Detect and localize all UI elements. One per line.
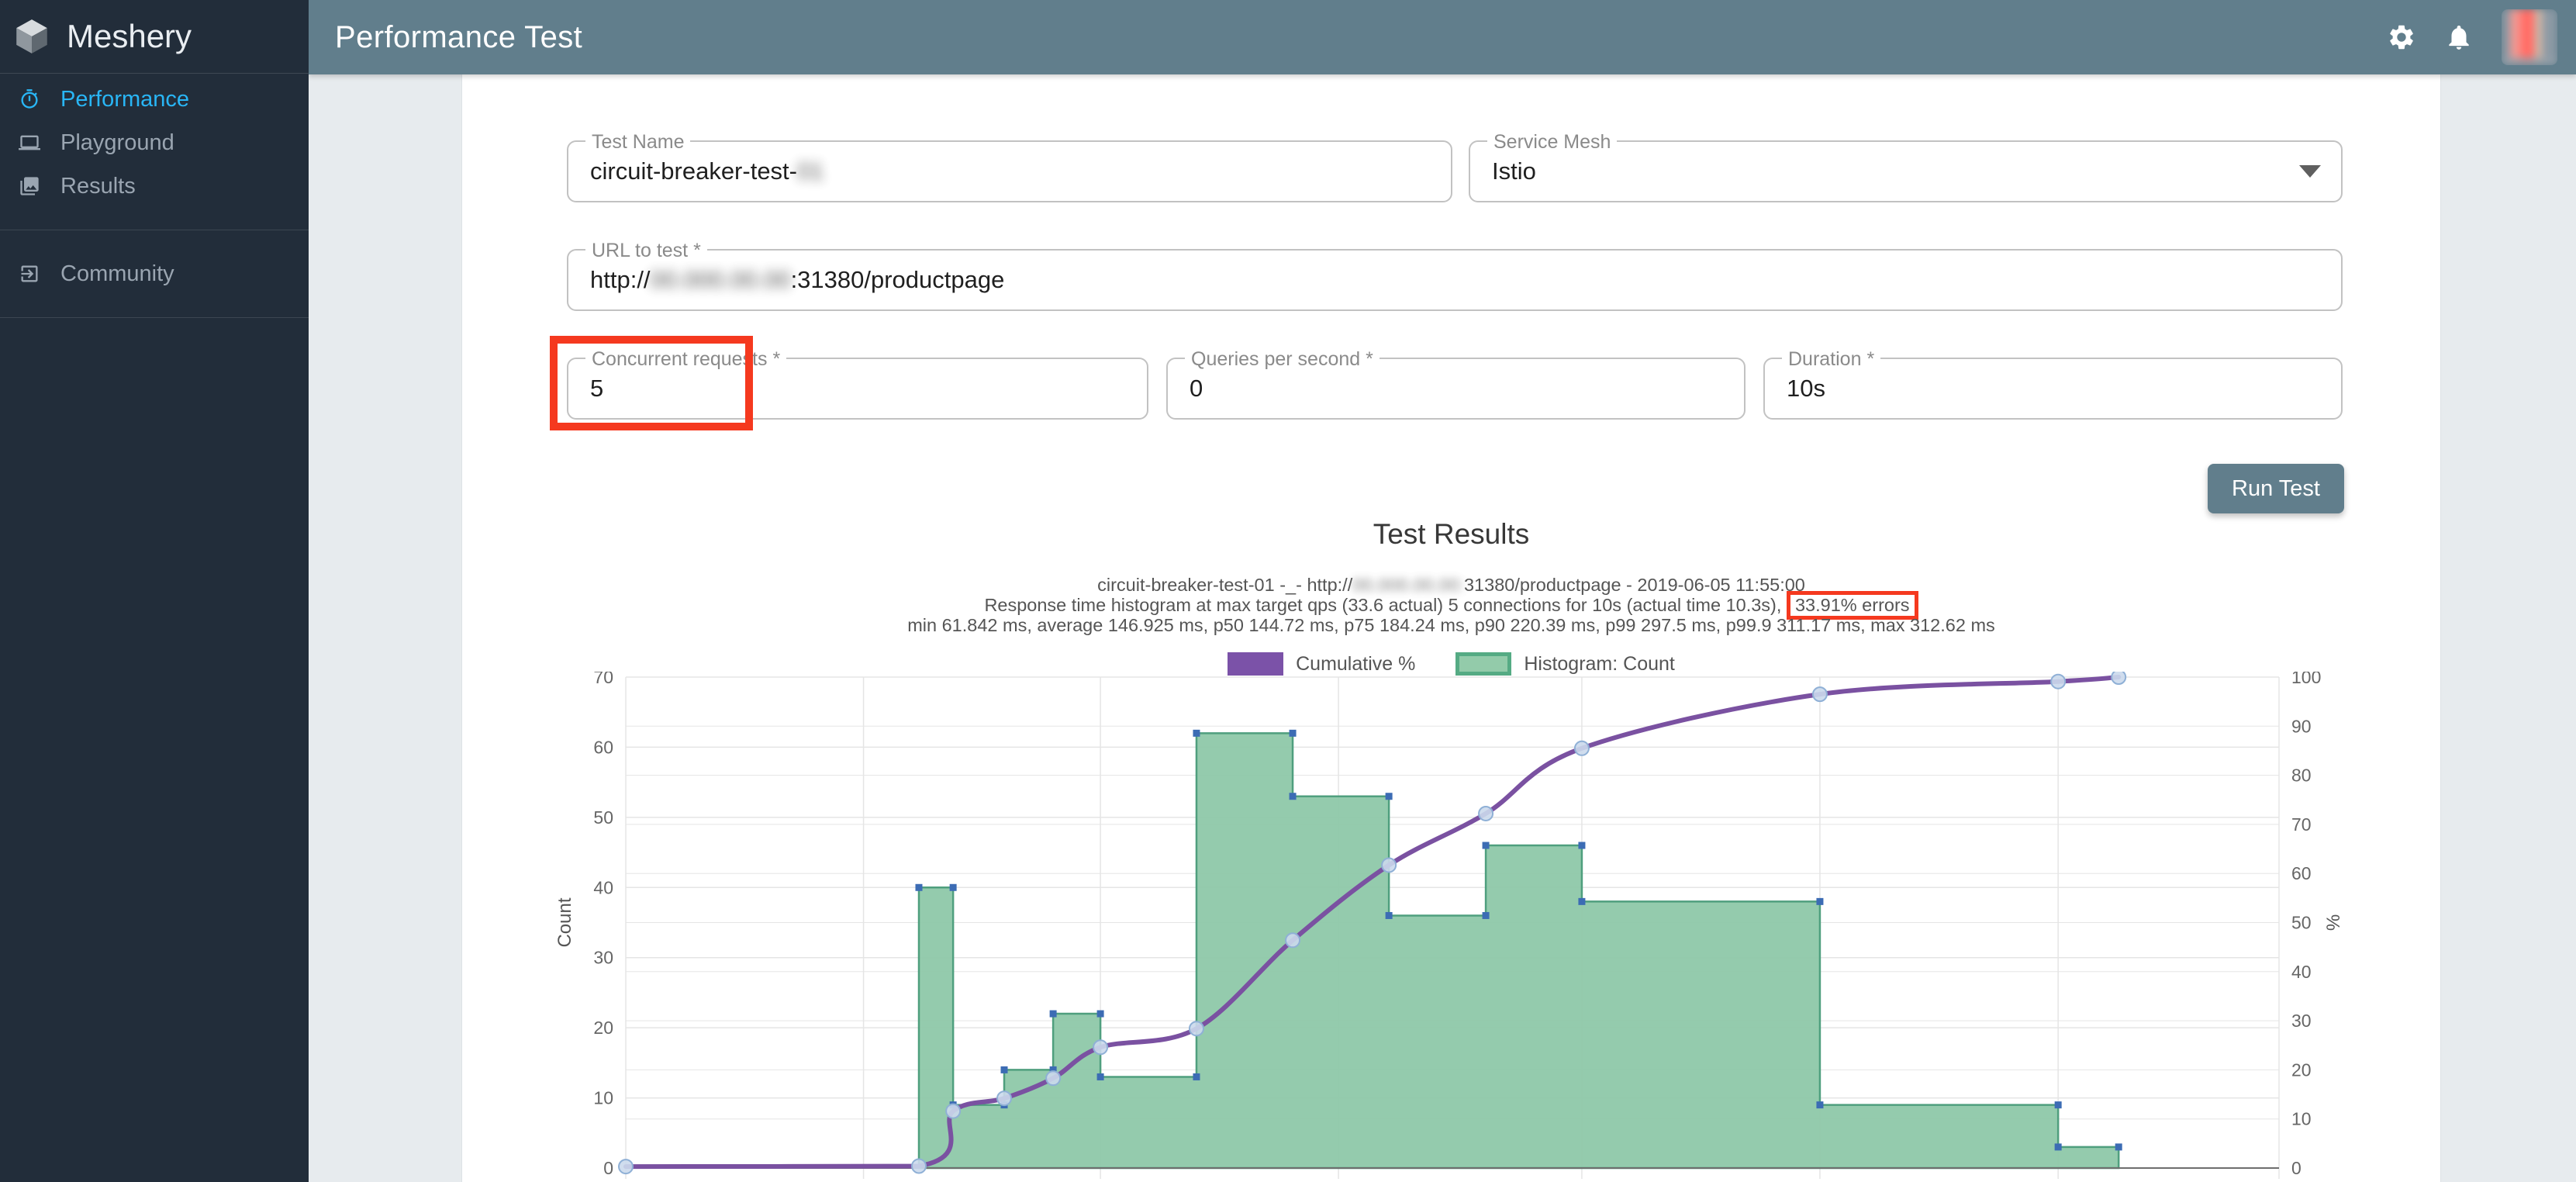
svg-text:20: 20: [593, 1018, 613, 1038]
svg-text:40: 40: [2291, 962, 2312, 982]
sidebar-item-playground[interactable]: Playground: [0, 121, 309, 164]
svg-text:90: 90: [2291, 716, 2312, 736]
svg-text:0: 0: [2291, 1158, 2301, 1178]
svg-text:80: 80: [2291, 766, 2312, 786]
svg-text:Count: Count: [554, 897, 575, 947]
svg-text:60: 60: [593, 737, 613, 757]
sidebar-item-label: Performance: [60, 87, 189, 112]
svg-text:%: %: [2323, 914, 2344, 931]
redacted-text: 00.000.00.00: [651, 266, 791, 293]
chevron-down-icon: [2299, 165, 2321, 178]
results-title: Test Results: [462, 518, 2440, 551]
svg-text:70: 70: [593, 672, 613, 687]
field-label: Queries per second *: [1185, 348, 1380, 371]
duration-field[interactable]: Duration * 10s: [1763, 358, 2343, 420]
spacer: [0, 208, 309, 230]
url-value: http://00.000.00.00:31380/productpage: [590, 266, 1004, 294]
url-to-test-field[interactable]: URL to test * http://00.000.00.00:31380/…: [567, 249, 2343, 311]
svg-text:50: 50: [2291, 913, 2312, 933]
meshery-logo-icon: [12, 17, 51, 56]
chart-subtitle-line3: min 61.842 ms, average 146.925 ms, p50 1…: [462, 615, 2440, 636]
exit-to-app-icon: [19, 263, 40, 285]
performance-test-card: Test Name circuit-breaker-test-01 Servic…: [461, 74, 2441, 1182]
duration-value: 10s: [1787, 375, 1825, 403]
svg-text:70: 70: [2291, 814, 2312, 835]
sidebar-item-label: Results: [60, 174, 136, 199]
photo-library-icon: [19, 175, 40, 197]
sidebar-nav: Performance Playground Results Community: [0, 74, 309, 318]
avatar[interactable]: [2502, 9, 2557, 65]
svg-text:10: 10: [593, 1088, 613, 1108]
concurrent-requests-value: 5: [590, 375, 603, 403]
field-label: Concurrent requests *: [585, 348, 786, 371]
gear-icon[interactable]: [2387, 22, 2416, 52]
run-test-button[interactable]: Run Test: [2208, 464, 2344, 513]
field-label: Service Mesh: [1487, 131, 1617, 154]
svg-text:100: 100: [2291, 672, 2321, 687]
brand[interactable]: Meshery: [0, 0, 309, 74]
sidebar-item-results[interactable]: Results: [0, 164, 309, 208]
svg-text:30: 30: [593, 948, 613, 968]
svg-text:40: 40: [593, 877, 613, 897]
field-label: Duration *: [1782, 348, 1880, 371]
field-label: URL to test *: [585, 240, 707, 262]
sidebar: Meshery Performance Playground Results: [0, 0, 309, 1182]
sidebar-item-community[interactable]: Community: [0, 252, 309, 296]
chart-subtitle-line1: circuit-breaker-test-01 -_- http://00.00…: [462, 575, 2440, 596]
svg-text:0: 0: [603, 1158, 613, 1178]
svg-text:10: 10: [2291, 1109, 2312, 1129]
sidebar-divider: [0, 317, 309, 318]
qps-value: 0: [1190, 375, 1203, 403]
concurrent-requests-field[interactable]: Concurrent requests * 5: [567, 358, 1148, 420]
chart-subtitle-line2: Response time histogram at max target qp…: [462, 595, 2440, 616]
bell-icon[interactable]: [2444, 22, 2474, 52]
avatar-image-blurred: [2502, 9, 2557, 65]
redacted-text: 00.000.00.00:: [1352, 575, 1464, 595]
app-header: Performance Test: [309, 0, 2576, 74]
field-label: Test Name: [585, 131, 690, 154]
laptop-icon: [19, 132, 40, 154]
timer-icon: [19, 88, 40, 110]
brand-name: Meshery: [67, 18, 192, 55]
sidebar-item-label: Playground: [60, 130, 174, 156]
test-name-field[interactable]: Test Name circuit-breaker-test-01: [567, 140, 1452, 202]
page-title: Performance Test: [335, 20, 582, 55]
redacted-text: 01: [797, 157, 824, 185]
response-time-histogram-chart: 0 10 20 30 40 50 60 70 0 10 20 30 40 50 60 70 80 90 100 Cou…: [540, 672, 2364, 1182]
spacer: [0, 230, 309, 252]
svg-text:60: 60: [2291, 863, 2312, 883]
main-content: Test Name circuit-breaker-test-01 Servic…: [309, 74, 2576, 1182]
service-mesh-value: Istio: [1492, 157, 1536, 185]
service-mesh-select[interactable]: Service Mesh Istio: [1469, 140, 2343, 202]
test-name-value: circuit-breaker-test-01: [590, 157, 824, 185]
svg-text:20: 20: [2291, 1059, 2312, 1080]
sidebar-item-performance[interactable]: Performance: [0, 78, 309, 121]
svg-text:50: 50: [593, 807, 613, 828]
spacer: [0, 296, 309, 317]
sidebar-item-label: Community: [60, 261, 174, 287]
queries-per-second-field[interactable]: Queries per second * 0: [1166, 358, 1746, 420]
svg-text:30: 30: [2291, 1011, 2312, 1031]
